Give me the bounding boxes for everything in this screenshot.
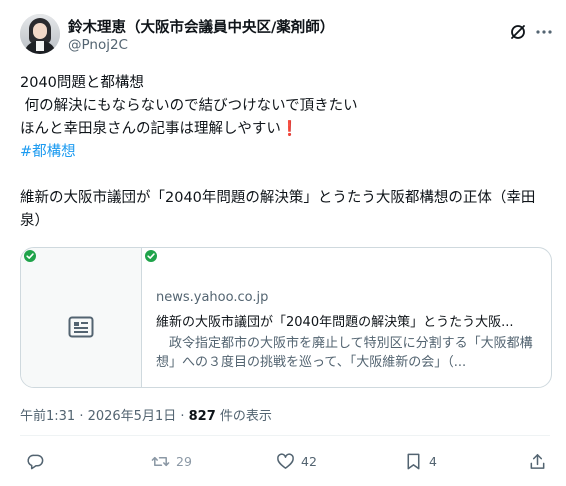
- link-card[interactable]: news.yahoo.co.jp 維新の大阪市議団が「2040年問題の解決策」と…: [20, 247, 552, 388]
- avatar[interactable]: [20, 14, 60, 54]
- post-body: 2040問題と都構想 何の解決にもならないので結びつけないで頂きたい ほんと幸田…: [20, 72, 550, 233]
- check-icon: [145, 250, 157, 262]
- reply-icon: [27, 454, 44, 469]
- like-icon: [277, 452, 294, 469]
- news-icon: [68, 316, 94, 338]
- retweet-button[interactable]: 29: [151, 450, 192, 472]
- divider: [20, 435, 550, 436]
- card-thumbnail: [21, 248, 142, 387]
- check-icon: [24, 250, 36, 262]
- retweet-count: 29: [176, 453, 192, 469]
- timestamp[interactable]: 午前1:31 · 2026年5月1日 ·: [20, 409, 189, 424]
- author-handle[interactable]: @Pnoj2C: [68, 37, 128, 53]
- post-line-3-text: ほんと幸田泉さんの記事は理解しやすい: [20, 121, 281, 137]
- share-icon: [530, 453, 545, 469]
- like-button[interactable]: 42: [276, 450, 317, 472]
- exclamation-icon: ❗: [280, 121, 299, 137]
- views-label: 件の表示: [215, 409, 272, 424]
- bookmark-icon: [407, 453, 420, 469]
- hashtag-link[interactable]: #都構想: [20, 141, 550, 164]
- post-line-2: 何の解決にもならないので結びつけないで頂きたい: [20, 98, 358, 114]
- more-icon[interactable]: [534, 22, 554, 42]
- card-title: 維新の大阪市議団が「2040年問題の解決策」とうたう大阪...: [156, 315, 514, 330]
- avatar-face: [33, 23, 47, 39]
- card-text: news.yahoo.co.jp 維新の大阪市議団が「2040年問題の解決策」と…: [156, 290, 541, 372]
- action-bar: 29 42 4: [20, 450, 550, 472]
- card-domain: news.yahoo.co.jp: [156, 290, 269, 305]
- reply-button[interactable]: [26, 450, 51, 472]
- post-line-3: ほんと幸田泉さんの記事は理解しやすい❗: [20, 118, 550, 141]
- grok-icon[interactable]: [508, 22, 528, 42]
- retweet-icon: [151, 456, 170, 466]
- post-line-1: 2040問題と都構想: [20, 75, 144, 91]
- author-name[interactable]: 鈴木理恵（大阪市会議員中央区/薬剤師）: [68, 16, 334, 37]
- views-count[interactable]: 827: [189, 409, 216, 424]
- post-header: 鈴木理恵（大阪市会議員中央区/薬剤師） @Pnoj2C: [20, 14, 552, 62]
- bookmark-button[interactable]: 4: [404, 450, 437, 472]
- post-meta: 午前1:31 · 2026年5月1日 · 827 件の表示: [20, 405, 272, 424]
- post-line-article: 維新の大阪市議団が「2040年問題の解決策」とうたう大阪都構想の正体（幸田泉）: [20, 190, 536, 229]
- share-button[interactable]: [528, 450, 547, 472]
- like-count: 42: [301, 453, 317, 469]
- avatar-collar: [36, 41, 44, 51]
- card-description: 政令指定都市の大阪市を廃止して特別区に分割する「大阪都構想」への３度目の挑戦を巡…: [156, 336, 533, 370]
- bookmark-count: 4: [429, 453, 437, 469]
